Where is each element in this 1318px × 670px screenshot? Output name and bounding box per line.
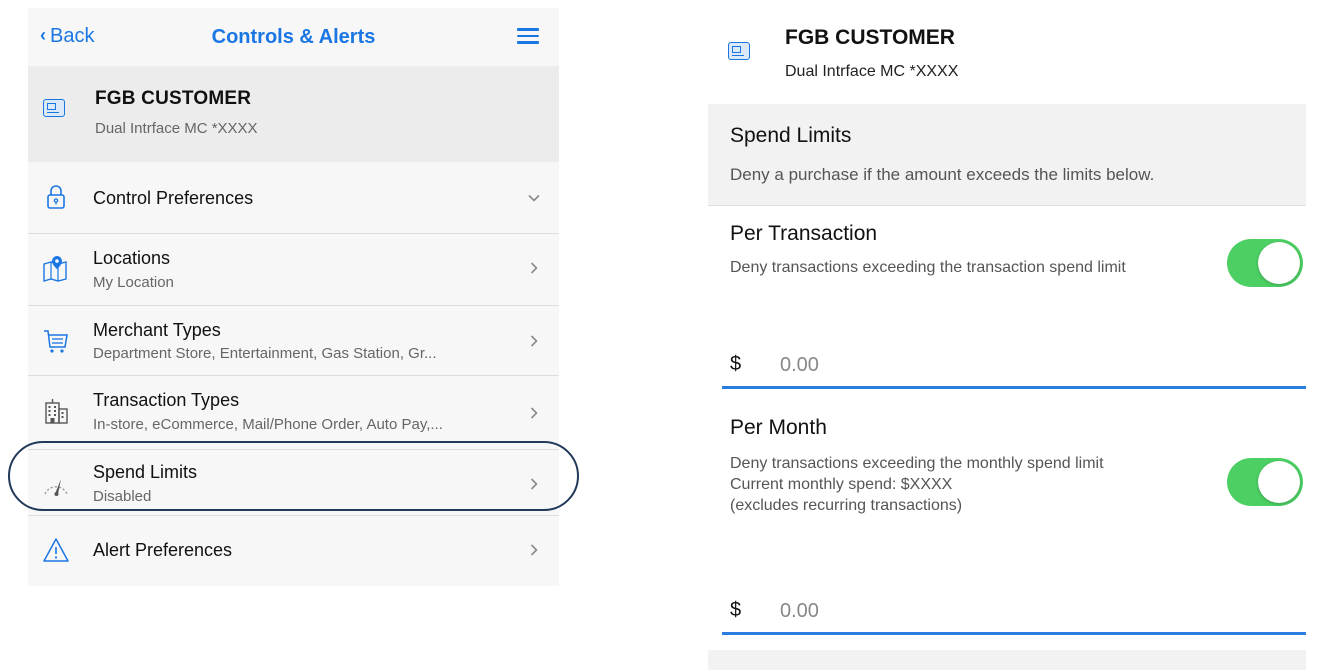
input-underline	[722, 632, 1306, 635]
menu-item-label: Spend Limits	[93, 462, 198, 482]
per-transaction-amount-field[interactable]: $	[722, 345, 1306, 389]
per-month-description-text: Deny transactions exceeding the monthly …	[730, 455, 1104, 472]
nav-bar: ‹ Back Controls & Alerts	[28, 8, 559, 66]
per-month-description: Deny transactions exceeding the monthly …	[730, 453, 1160, 516]
chevron-right-icon	[530, 544, 538, 556]
lock-icon	[47, 185, 65, 209]
speedometer-icon	[44, 479, 68, 496]
per-transaction-amount-input[interactable]	[780, 348, 1280, 382]
per-transaction-description: Deny transactions exceeding the transact…	[730, 259, 1126, 276]
section-title: Spend Limits	[730, 124, 852, 147]
menu-item-alert-preferences[interactable]: Alert Preferences	[28, 516, 559, 586]
toggle-knob	[1258, 461, 1300, 503]
menu-item-locations[interactable]: Locations My Location	[28, 234, 559, 306]
menu-item-label: Merchant Types	[93, 320, 221, 340]
chevron-right-icon	[530, 262, 538, 274]
current-monthly-spend: Current monthly spend: $XXXX	[730, 476, 953, 493]
credit-card-icon	[728, 42, 750, 60]
menu-item-transaction-types[interactable]: Transaction Types In-store, eCommerce, M…	[28, 376, 559, 450]
chevron-right-icon	[530, 478, 538, 490]
per-month-title: Per Month	[730, 416, 827, 439]
section-description: Deny a purchase if the amount exceeds th…	[730, 165, 1155, 184]
per-month-toggle[interactable]	[1227, 458, 1303, 506]
menu-item-subtitle: My Location	[93, 274, 174, 291]
toggle-knob	[1258, 242, 1300, 284]
card-description: Dual Intrface MC *XXXX	[95, 120, 258, 137]
hamburger-menu-icon[interactable]	[517, 28, 539, 44]
chevron-down-icon	[528, 194, 540, 202]
menu-item-subtitle: Department Store, Entertainment, Gas Sta…	[93, 345, 437, 362]
shopping-cart-icon	[44, 330, 68, 353]
menu-item-subtitle: In-store, eCommerce, Mail/Phone Order, A…	[93, 416, 443, 433]
menu-item-label: Alert Preferences	[93, 540, 233, 560]
card-holder-name: FGB CUSTOMER	[95, 88, 252, 109]
menu-item-spend-limits[interactable]: Spend Limits Disabled	[28, 450, 559, 516]
recurring-note: (excludes recurring transactions)	[730, 497, 963, 514]
map-pin-icon	[43, 256, 67, 282]
menu-item-label: Control Preferences	[93, 188, 254, 208]
card-header: FGB CUSTOMER Dual Intrface MC *XXXX	[28, 66, 559, 162]
per-transaction-toggle[interactable]	[1227, 239, 1303, 287]
menu-item-subtitle: Disabled	[93, 488, 152, 505]
per-month-amount-input[interactable]	[780, 594, 1280, 628]
warning-icon	[43, 538, 69, 562]
per-transaction-title: Per Transaction	[730, 222, 878, 245]
building-icon	[45, 399, 68, 424]
currency-symbol: $	[730, 353, 742, 375]
nav-title: Controls & Alerts	[211, 26, 376, 48]
card-description: Dual Intrface MC *XXXX	[785, 63, 959, 80]
menu-item-label: Transaction Types	[93, 390, 240, 410]
menu-item-control-preferences[interactable]: Control Preferences	[28, 162, 559, 234]
card-holder-name: FGB CUSTOMER	[785, 26, 955, 49]
per-month-amount-field[interactable]: $	[722, 591, 1306, 635]
currency-symbol: $	[730, 599, 742, 621]
input-underline	[722, 386, 1306, 389]
credit-card-icon	[43, 99, 65, 117]
chevron-right-icon	[530, 407, 538, 419]
controls-alerts-screen: ‹ Back Controls & Alerts FGB CUSTOMER Du…	[28, 8, 559, 586]
menu-item-label: Locations	[93, 248, 171, 268]
menu-item-merchant-types[interactable]: Merchant Types Department Store, Enterta…	[28, 306, 559, 376]
spend-limits-section-header: Spend Limits Deny a purchase if the amou…	[708, 104, 1306, 206]
spend-limits-screen: FGB CUSTOMER Dual Intrface MC *XXXX Spen…	[708, 0, 1306, 670]
card-header: FGB CUSTOMER Dual Intrface MC *XXXX	[708, 0, 1306, 104]
chevron-right-icon	[530, 335, 538, 347]
bottom-section-edge	[708, 650, 1306, 670]
